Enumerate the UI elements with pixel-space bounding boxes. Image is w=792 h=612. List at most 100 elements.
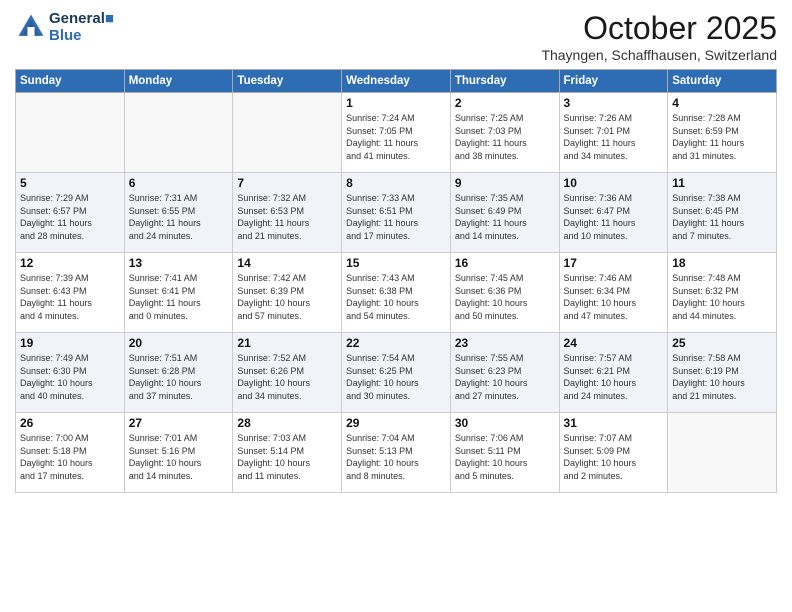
day-info: Sunrise: 7:58 AM Sunset: 6:19 PM Dayligh… [672, 352, 772, 402]
calendar-cell [668, 413, 777, 493]
day-number: 10 [564, 176, 664, 190]
calendar-cell [16, 93, 125, 173]
day-number: 2 [455, 96, 555, 110]
day-number: 26 [20, 416, 120, 430]
day-number: 6 [129, 176, 229, 190]
day-number: 21 [237, 336, 337, 350]
col-header-saturday: Saturday [668, 70, 777, 93]
day-number: 1 [346, 96, 446, 110]
logo-icon [15, 11, 47, 43]
day-number: 15 [346, 256, 446, 270]
day-info: Sunrise: 7:51 AM Sunset: 6:28 PM Dayligh… [129, 352, 229, 402]
day-info: Sunrise: 7:48 AM Sunset: 6:32 PM Dayligh… [672, 272, 772, 322]
calendar-cell: 31Sunrise: 7:07 AM Sunset: 5:09 PM Dayli… [559, 413, 668, 493]
calendar-cell: 5 Sunrise: 7:29 AM Sunset: 6:57 PM Daylig… [16, 173, 125, 253]
calendar-week-row: 12 Sunrise: 7:39 AM Sunset: 6:43 PM Dayli… [16, 253, 777, 333]
col-header-monday: Monday [124, 70, 233, 93]
calendar-cell: 6 Sunrise: 7:31 AM Sunset: 6:55 PM Daylig… [124, 173, 233, 253]
day-number: 29 [346, 416, 446, 430]
calendar-table: SundayMondayTuesdayWednesdayThursdayFrid… [15, 69, 777, 493]
calendar-cell: 8 Sunrise: 7:33 AM Sunset: 6:51 PM Daylig… [342, 173, 451, 253]
calendar-cell: 22Sunrise: 7:54 AM Sunset: 6:25 PM Dayli… [342, 333, 451, 413]
day-number: 14 [237, 256, 337, 270]
calendar-cell: 25 Sunrise: 7:58 AM Sunset: 6:19 PM Dayli… [668, 333, 777, 413]
day-number: 30 [455, 416, 555, 430]
logo-text: General■ Blue [49, 10, 114, 44]
day-info: Sunrise: 7:55 AM Sunset: 6:23 PM Dayligh… [455, 352, 555, 402]
calendar-cell: 4Sunrise: 7:28 AM Sunset: 6:59 PM Daylig… [668, 93, 777, 173]
calendar-header-row: SundayMondayTuesdayWednesdayThursdayFrid… [16, 70, 777, 93]
day-info: Sunrise: 7:03 AM Sunset: 5:14 PM Dayligh… [237, 432, 337, 482]
day-number: 11 [672, 176, 772, 190]
page-header: General■ Blue October 2025 Thayngen, Sch… [15, 10, 777, 63]
calendar-week-row: 5 Sunrise: 7:29 AM Sunset: 6:57 PM Daylig… [16, 173, 777, 253]
day-info: Sunrise: 7:33 AM Sunset: 6:51 PM Dayligh… [346, 192, 446, 242]
calendar-cell: 15 Sunrise: 7:43 AM Sunset: 6:38 PM Dayli… [342, 253, 451, 333]
title-block: October 2025 Thayngen, Schaffhausen, Swi… [541, 10, 777, 63]
day-info: Sunrise: 7:07 AM Sunset: 5:09 PM Dayligh… [564, 432, 664, 482]
calendar-cell: 1 Sunrise: 7:24 AM Sunset: 7:05 PM Daylig… [342, 93, 451, 173]
calendar-cell [233, 93, 342, 173]
day-info: Sunrise: 7:35 AM Sunset: 6:49 PM Dayligh… [455, 192, 555, 242]
day-info: Sunrise: 7:01 AM Sunset: 5:16 PM Dayligh… [129, 432, 229, 482]
day-number: 16 [455, 256, 555, 270]
day-number: 18 [672, 256, 772, 270]
calendar-cell: 13Sunrise: 7:41 AM Sunset: 6:41 PM Dayli… [124, 253, 233, 333]
calendar-cell: 28 Sunrise: 7:03 AM Sunset: 5:14 PM Dayli… [233, 413, 342, 493]
calendar-cell: 23Sunrise: 7:55 AM Sunset: 6:23 PM Dayli… [450, 333, 559, 413]
month-title: October 2025 [541, 10, 777, 47]
day-info: Sunrise: 7:32 AM Sunset: 6:53 PM Dayligh… [237, 192, 337, 242]
calendar-cell: 11Sunrise: 7:38 AM Sunset: 6:45 PM Dayli… [668, 173, 777, 253]
calendar-cell: 21 Sunrise: 7:52 AM Sunset: 6:26 PM Dayli… [233, 333, 342, 413]
day-info: Sunrise: 7:43 AM Sunset: 6:38 PM Dayligh… [346, 272, 446, 322]
day-number: 3 [564, 96, 664, 110]
calendar-cell: 27 Sunrise: 7:01 AM Sunset: 5:16 PM Dayli… [124, 413, 233, 493]
calendar-cell: 12 Sunrise: 7:39 AM Sunset: 6:43 PM Dayli… [16, 253, 125, 333]
day-number: 8 [346, 176, 446, 190]
day-number: 4 [672, 96, 772, 110]
day-number: 27 [129, 416, 229, 430]
day-info: Sunrise: 7:42 AM Sunset: 6:39 PM Dayligh… [237, 272, 337, 322]
col-header-thursday: Thursday [450, 70, 559, 93]
day-number: 28 [237, 416, 337, 430]
day-info: Sunrise: 7:24 AM Sunset: 7:05 PM Dayligh… [346, 112, 446, 162]
day-number: 12 [20, 256, 120, 270]
calendar-week-row: 1 Sunrise: 7:24 AM Sunset: 7:05 PM Daylig… [16, 93, 777, 173]
day-number: 7 [237, 176, 337, 190]
location: Thayngen, Schaffhausen, Switzerland [541, 47, 777, 63]
col-header-wednesday: Wednesday [342, 70, 451, 93]
day-number: 24 [564, 336, 664, 350]
calendar-cell: 20 Sunrise: 7:51 AM Sunset: 6:28 PM Dayli… [124, 333, 233, 413]
day-number: 20 [129, 336, 229, 350]
calendar-cell: 16 Sunrise: 7:45 AM Sunset: 6:36 PM Dayli… [450, 253, 559, 333]
calendar-cell: 10Sunrise: 7:36 AM Sunset: 6:47 PM Dayli… [559, 173, 668, 253]
calendar-cell: 9 Sunrise: 7:35 AM Sunset: 6:49 PM Daylig… [450, 173, 559, 253]
day-number: 5 [20, 176, 120, 190]
day-info: Sunrise: 7:31 AM Sunset: 6:55 PM Dayligh… [129, 192, 229, 242]
day-number: 22 [346, 336, 446, 350]
day-info: Sunrise: 7:52 AM Sunset: 6:26 PM Dayligh… [237, 352, 337, 402]
calendar-cell: 3Sunrise: 7:26 AM Sunset: 7:01 PM Daylig… [559, 93, 668, 173]
day-info: Sunrise: 7:29 AM Sunset: 6:57 PM Dayligh… [20, 192, 120, 242]
day-info: Sunrise: 7:45 AM Sunset: 6:36 PM Dayligh… [455, 272, 555, 322]
col-header-friday: Friday [559, 70, 668, 93]
day-number: 19 [20, 336, 120, 350]
calendar-cell: 30 Sunrise: 7:06 AM Sunset: 5:11 PM Dayli… [450, 413, 559, 493]
col-header-tuesday: Tuesday [233, 70, 342, 93]
calendar-cell: 24 Sunrise: 7:57 AM Sunset: 6:21 PM Dayli… [559, 333, 668, 413]
calendar-cell: 18 Sunrise: 7:48 AM Sunset: 6:32 PM Dayli… [668, 253, 777, 333]
calendar-week-row: 26Sunrise: 7:00 AM Sunset: 5:18 PM Dayli… [16, 413, 777, 493]
calendar-cell: 26Sunrise: 7:00 AM Sunset: 5:18 PM Dayli… [16, 413, 125, 493]
calendar-cell [124, 93, 233, 173]
calendar-week-row: 19Sunrise: 7:49 AM Sunset: 6:30 PM Dayli… [16, 333, 777, 413]
day-info: Sunrise: 7:57 AM Sunset: 6:21 PM Dayligh… [564, 352, 664, 402]
logo: General■ Blue [15, 10, 114, 44]
day-number: 17 [564, 256, 664, 270]
day-info: Sunrise: 7:39 AM Sunset: 6:43 PM Dayligh… [20, 272, 120, 322]
day-info: Sunrise: 7:46 AM Sunset: 6:34 PM Dayligh… [564, 272, 664, 322]
calendar-cell: 2Sunrise: 7:25 AM Sunset: 7:03 PM Daylig… [450, 93, 559, 173]
calendar-cell: 19Sunrise: 7:49 AM Sunset: 6:30 PM Dayli… [16, 333, 125, 413]
day-number: 25 [672, 336, 772, 350]
day-number: 9 [455, 176, 555, 190]
day-info: Sunrise: 7:06 AM Sunset: 5:11 PM Dayligh… [455, 432, 555, 482]
